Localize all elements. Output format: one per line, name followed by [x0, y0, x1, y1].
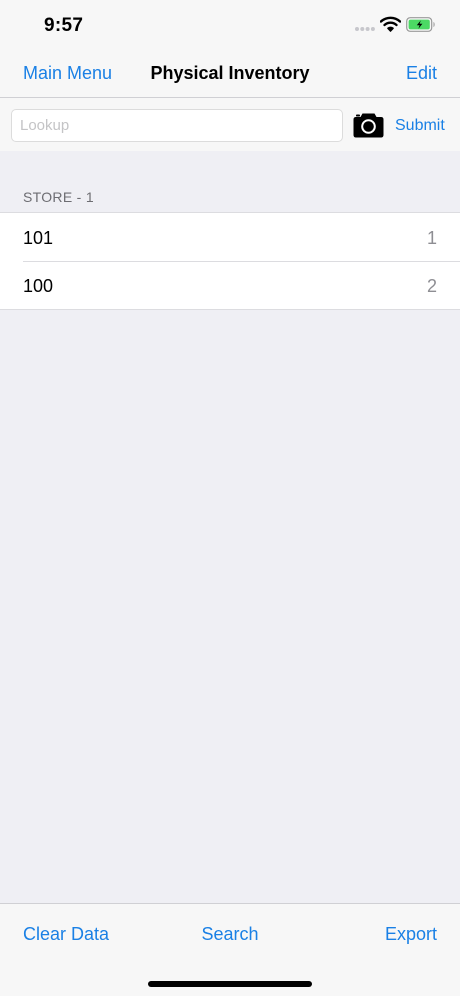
camera-icon[interactable] — [353, 111, 384, 138]
export-button[interactable]: Export — [385, 924, 437, 945]
item-code: 100 — [23, 276, 54, 296]
item-count: 1 — [426, 228, 437, 248]
home-indicator[interactable] — [148, 981, 312, 987]
list-item[interactable]: 100 2 — [0, 261, 460, 309]
section-header-store: STORE - 1 — [23, 189, 94, 205]
top-bar: 9:57 Main Menu Physical Inventory Edit L… — [0, 0, 460, 151]
wifi-icon — [380, 16, 401, 32]
navigation-bar: Main Menu Physical Inventory Edit — [0, 48, 460, 98]
edit-button[interactable]: Edit — [406, 63, 437, 84]
page-title: Physical Inventory — [150, 63, 310, 83]
item-count: 2 — [426, 276, 437, 296]
status-time: 9:57 — [44, 15, 84, 36]
cellular-signal-icon — [355, 27, 375, 31]
lookup-input[interactable] — [11, 109, 343, 142]
list-item[interactable]: 101 1 — [0, 213, 460, 261]
battery-charging-icon — [406, 17, 435, 32]
item-code: 101 — [23, 228, 54, 248]
inventory-list: 101 1 100 2 — [0, 212, 460, 310]
submit-button[interactable]: Submit — [395, 117, 445, 135]
status-bar: 9:57 — [0, 0, 460, 48]
